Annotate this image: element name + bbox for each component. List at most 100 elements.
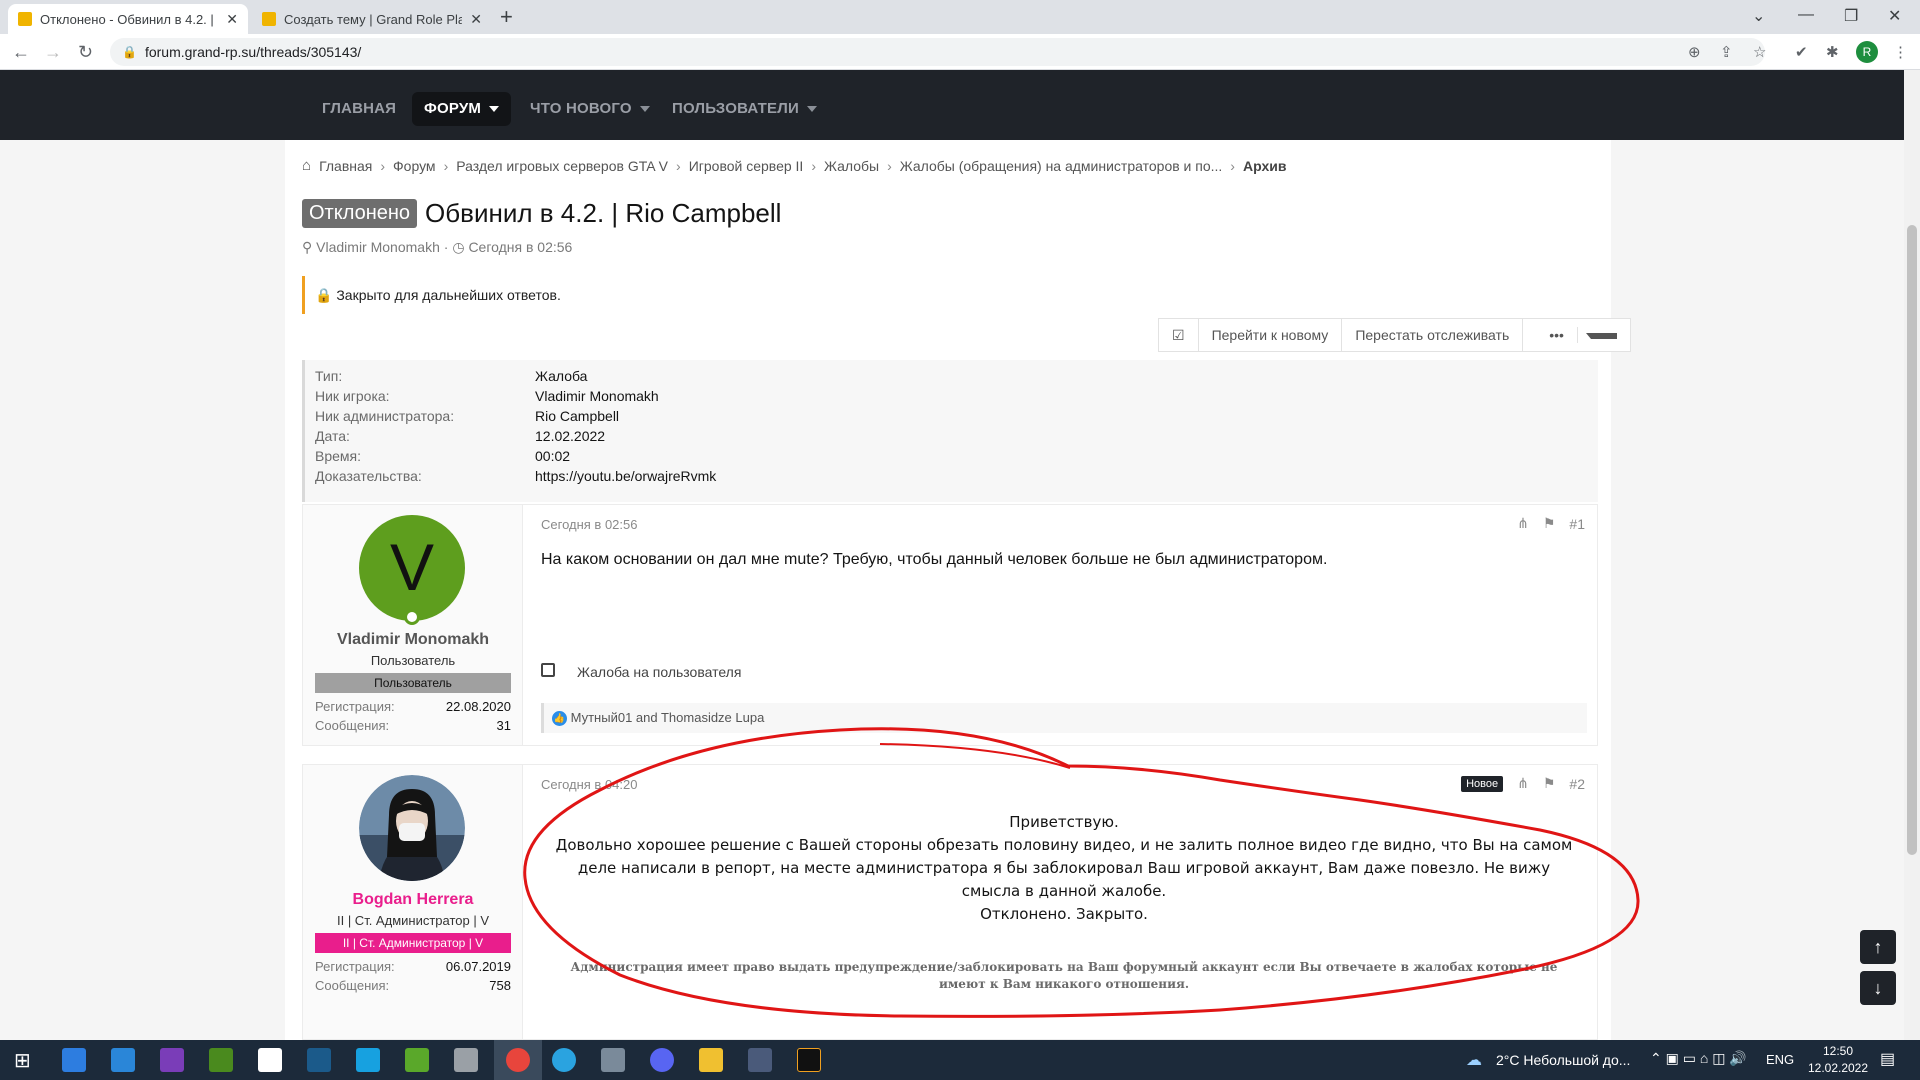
bookmark-icon[interactable]: ⚑: [1543, 515, 1556, 532]
breadcrumb-item[interactable]: Раздел игровых серверов GTA V: [456, 158, 668, 174]
app-icon[interactable]: [454, 1048, 478, 1072]
extensions-puzzle-icon[interactable]: ✱: [1826, 43, 1839, 61]
stat-value: 758: [489, 978, 511, 993]
language-indicator[interactable]: ENG: [1766, 1052, 1794, 1067]
home-icon[interactable]: ⌂: [302, 157, 311, 174]
browser-menu-icon[interactable]: ⋮: [1893, 43, 1908, 61]
field-value: Rio Campbell: [535, 408, 620, 424]
checkbox-label[interactable]: Жалоба на пользователя: [577, 664, 741, 680]
chrome-icon[interactable]: [506, 1048, 530, 1072]
torrent-icon[interactable]: [405, 1048, 429, 1072]
clock[interactable]: 12:50 12.02.2022: [1800, 1043, 1876, 1077]
post-number[interactable]: #1: [1569, 516, 1585, 532]
post-username[interactable]: Vladimir Monomakh: [303, 631, 523, 649]
nav-users-label: ПОЛЬЗОВАТЕЛИ: [672, 100, 799, 117]
breadcrumb-item[interactable]: Жалобы (обращения) на администраторов и …: [900, 158, 1223, 174]
breadcrumb-item[interactable]: Главная: [319, 158, 372, 174]
user-stat: Регистрация: 06.07.2019: [315, 959, 511, 974]
avatar[interactable]: V: [359, 515, 465, 621]
windows-start-icon[interactable]: ⊞: [14, 1048, 31, 1073]
unwatch-button[interactable]: Перестать отслеживать: [1342, 319, 1524, 351]
scrollbar-thumb[interactable]: [1907, 225, 1917, 855]
new-tab-icon[interactable]: +: [500, 4, 513, 30]
app-icon[interactable]: [748, 1048, 772, 1072]
post-date[interactable]: Сегодня в 04:20: [541, 777, 637, 792]
profile-avatar[interactable]: R: [1856, 41, 1878, 63]
weather-text[interactable]: 2°C Небольшой до...: [1496, 1052, 1630, 1068]
file-explorer-icon[interactable]: [699, 1048, 723, 1072]
app-icon[interactable]: [160, 1048, 184, 1072]
page-scrollbar[interactable]: [1904, 70, 1920, 1040]
stat-value: 31: [496, 718, 511, 733]
reload-icon[interactable]: ↻: [78, 42, 93, 63]
scroll-up-button[interactable]: ↑: [1860, 930, 1896, 964]
breadcrumb: ⌂ Главная › Форум › Раздел игровых серверо…: [302, 157, 1286, 174]
steam-icon[interactable]: [307, 1048, 331, 1072]
online-status-icon: [404, 609, 420, 625]
store-icon[interactable]: [62, 1048, 86, 1072]
share-icon[interactable]: ⋔: [1517, 515, 1529, 532]
post-date[interactable]: Сегодня в 02:56: [541, 517, 637, 532]
telegram-icon[interactable]: [552, 1048, 576, 1072]
reactions-text[interactable]: Мутный01 and Thomasidze Lupa: [571, 710, 765, 725]
chevron-right-icon: ›: [811, 157, 816, 174]
edge-icon[interactable]: [356, 1048, 380, 1072]
mail-icon[interactable]: [111, 1048, 135, 1072]
tab-search-icon[interactable]: ⌄: [1752, 6, 1765, 26]
thread-author[interactable]: Vladimir Monomakh: [316, 239, 440, 255]
chevron-right-icon: ›: [443, 157, 449, 174]
share-icon[interactable]: ⋔: [1517, 775, 1529, 792]
share-icon[interactable]: ⇪: [1720, 43, 1733, 61]
post-username[interactable]: Bogdan Herrera: [303, 891, 523, 909]
breadcrumb-item[interactable]: Жалобы: [824, 158, 879, 174]
avatar[interactable]: [359, 775, 465, 881]
restore-icon[interactable]: ❐: [1844, 6, 1858, 26]
post-number[interactable]: #2: [1569, 776, 1585, 792]
evidence-link[interactable]: https://youtu.be/orwajreRvmk: [535, 468, 716, 484]
post-user-cell: V Vladimir Monomakh Пользователь Пользов…: [303, 505, 523, 745]
lock-icon: 🔒: [315, 287, 333, 303]
field-label: Ник игрока:: [315, 388, 390, 404]
nav-whats-new[interactable]: ЧТО НОВОГО: [518, 92, 662, 126]
forward-icon[interactable]: →: [44, 42, 62, 63]
like-icon: 👍: [552, 711, 567, 727]
more-menu-button[interactable]: •••: [1523, 319, 1630, 351]
checkbox[interactable]: [541, 663, 555, 677]
bookmark-star-icon[interactable]: ☆: [1753, 43, 1766, 61]
back-icon[interactable]: ←: [12, 42, 30, 63]
url-input[interactable]: 🔒 forum.grand-rp.su/threads/305143/: [110, 38, 1765, 66]
close-tab-icon[interactable]: ✕: [226, 11, 238, 28]
admin-footer-note: Администрация имеет право выдать предупр…: [570, 960, 1558, 991]
minimize-icon[interactable]: —: [1798, 6, 1814, 24]
browser-tab-active[interactable]: Отклонено - Обвинил в 4.2. | Ri ✕: [8, 4, 248, 34]
discord-icon[interactable]: [650, 1048, 674, 1072]
field-label: Время:: [315, 448, 362, 464]
nvidia-icon[interactable]: [209, 1048, 233, 1072]
nav-home[interactable]: ГЛАВНАЯ: [310, 92, 408, 126]
browser-tab[interactable]: Создать тему | Grand Role Play | ✕: [252, 4, 492, 34]
nav-forum[interactable]: ФОРУМ: [412, 92, 512, 126]
breadcrumb-item[interactable]: Архив: [1243, 158, 1286, 174]
rockstar-launcher-icon[interactable]: [797, 1048, 821, 1072]
new-badge: Новое: [1461, 775, 1504, 792]
breadcrumb-item[interactable]: Форум: [393, 158, 436, 174]
extension-check-icon[interactable]: ✔: [1795, 43, 1808, 61]
close-tab-icon[interactable]: ✕: [470, 11, 482, 28]
select-checkbox-icon[interactable]: ☑: [1159, 319, 1199, 351]
zoom-icon[interactable]: ⊕: [1688, 43, 1701, 61]
post-user-title: Пользователь: [370, 653, 456, 668]
app-icon[interactable]: [601, 1048, 625, 1072]
jump-to-new-button[interactable]: Перейти к новому: [1199, 319, 1343, 351]
thread-time[interactable]: Сегодня в 02:56: [468, 239, 572, 255]
notifications-icon[interactable]: ▤: [1880, 1049, 1895, 1069]
scroll-down-button[interactable]: ↓: [1860, 971, 1896, 1005]
breadcrumb-item[interactable]: Игровой сервер II: [689, 158, 804, 174]
bookmark-icon[interactable]: ⚑: [1543, 775, 1556, 792]
field-label: Дата:: [315, 428, 350, 444]
field-label: Ник администратора:: [315, 408, 455, 424]
close-window-icon[interactable]: ✕: [1888, 6, 1901, 26]
post-tools: Новое ⋔ ⚑ #2: [1461, 775, 1585, 792]
nav-users[interactable]: ПОЛЬЗОВАТЕЛИ: [660, 92, 829, 126]
app-icon[interactable]: [258, 1048, 282, 1072]
tray-icons[interactable]: ⌃ ▣ ▭ ⌂ ◫ 🔊: [1650, 1050, 1747, 1067]
